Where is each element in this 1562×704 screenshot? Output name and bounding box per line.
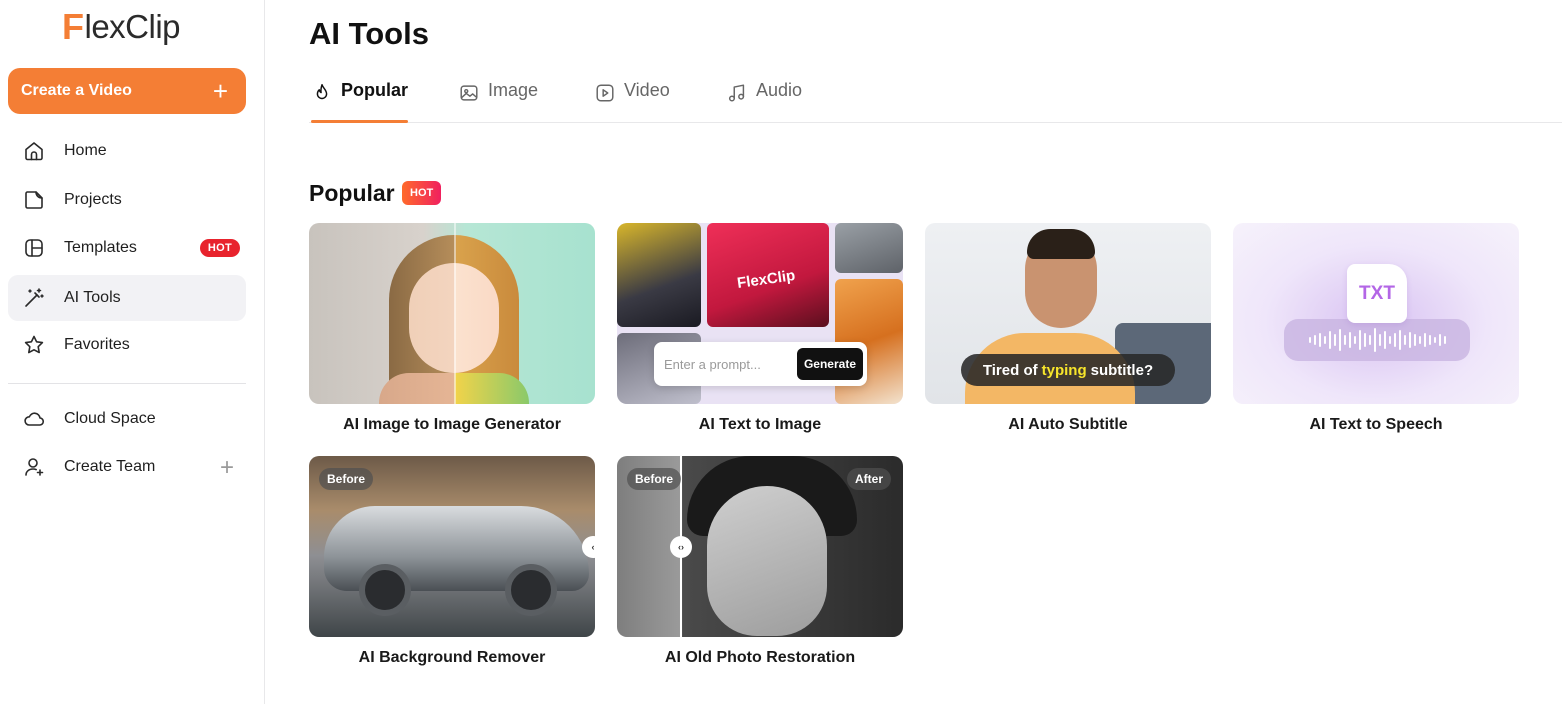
poster-text: FlexClip — [736, 267, 797, 292]
tab-label: Audio — [756, 80, 803, 100]
user-add-icon — [21, 454, 47, 480]
sidebar-item-label: Templates — [64, 239, 137, 256]
card-label: AI Auto Subtitle — [1008, 416, 1128, 433]
card-ai-background-remover[interactable]: Before ‹ AI Background Remover — [309, 456, 595, 667]
card-ai-old-photo-restoration[interactable]: Before After ‹› AI Old Photo Restoration — [617, 456, 903, 667]
sidebar-item-label: Create Team — [64, 458, 156, 475]
card-label: AI Text to Speech — [1309, 416, 1443, 433]
plus-icon: + — [212, 76, 228, 106]
generate-button[interactable]: Generate — [796, 348, 863, 380]
tab-bar: Popular Image Video Audio — [309, 70, 1562, 123]
prompt-input[interactable]: Enter a prompt... Generate — [654, 342, 867, 386]
hot-badge: HOT — [199, 239, 240, 257]
sidebar-item-label: Projects — [64, 191, 122, 208]
cloud-icon — [21, 406, 47, 432]
logo-f: F — [62, 6, 84, 47]
before-tag: Before — [627, 468, 682, 490]
logo-text: lexClip — [84, 8, 181, 45]
subtitle-caption: Tired of typing subtitle? — [961, 354, 1175, 386]
tab-audio[interactable]: Audio — [726, 80, 802, 122]
card-thumbnail: Before ‹ — [309, 456, 595, 637]
card-thumbnail — [309, 223, 595, 404]
sidebar-item-label: Cloud Space — [64, 410, 156, 427]
sidebar-item-templates[interactable]: Templates HOT — [8, 225, 246, 271]
magic-wand-icon — [21, 285, 47, 311]
after-tag: After — [846, 468, 891, 490]
sidebar-item-label: AI Tools — [64, 289, 121, 306]
sidebar-item-label: Home — [64, 142, 107, 159]
sidebar: FlexClip Create a Video + Home Projects … — [0, 0, 265, 704]
music-note-icon — [728, 84, 745, 102]
create-video-button[interactable]: Create a Video + — [8, 68, 246, 114]
card-label: AI Background Remover — [358, 649, 546, 666]
card-thumbnail: Tired of typing subtitle? — [925, 223, 1211, 404]
sidebar-item-ai-tools[interactable]: AI Tools — [8, 275, 246, 321]
video-play-icon — [596, 84, 614, 102]
card-label: AI Old Photo Restoration — [664, 649, 856, 666]
card-thumbnail: FlexClip Enter a prompt... Generate — [617, 223, 903, 404]
card-ai-text-to-image[interactable]: FlexClip Enter a prompt... Generate AI T… — [617, 223, 903, 434]
card-label: AI Text to Image — [698, 416, 822, 433]
create-video-label: Create a Video — [21, 82, 132, 99]
page-title: AI Tools — [309, 16, 429, 51]
before-tag: Before — [319, 468, 374, 490]
templates-icon — [21, 235, 47, 261]
fire-icon — [316, 84, 328, 100]
prompt-placeholder: Enter a prompt... — [664, 356, 761, 372]
card-label: AI Image to Image Generator — [343, 416, 561, 433]
sidebar-item-favorites[interactable]: Favorites — [8, 322, 246, 368]
projects-icon — [21, 187, 47, 213]
sidebar-item-cloud-space[interactable]: Cloud Space — [8, 396, 246, 442]
sidebar-item-label: Favorites — [64, 336, 130, 353]
waveform-icon — [1284, 319, 1470, 361]
tab-video[interactable]: Video — [594, 80, 670, 122]
card-ai-text-to-speech[interactable]: TXT AI Text to Speech — [1233, 223, 1519, 434]
sidebar-divider — [8, 383, 246, 384]
section-title: Popular — [309, 180, 395, 206]
home-icon — [21, 138, 47, 164]
tab-label: Popular — [341, 80, 409, 100]
card-thumbnail: TXT — [1233, 223, 1519, 404]
tab-popular[interactable]: Popular — [311, 80, 409, 123]
card-ai-image-to-image[interactable]: AI Image to Image Generator — [309, 223, 595, 434]
card-ai-auto-subtitle[interactable]: Tired of typing subtitle? AI Auto Subtitle — [925, 223, 1211, 434]
sidebar-item-projects[interactable]: Projects — [8, 177, 246, 223]
add-team-icon[interactable]: + — [220, 454, 234, 482]
card-thumbnail: Before After ‹› — [617, 456, 903, 637]
sidebar-item-home[interactable]: Home — [8, 128, 246, 174]
tab-image[interactable]: Image — [458, 80, 538, 122]
star-icon — [21, 332, 47, 358]
tab-label: Image — [488, 80, 539, 100]
section-hot-badge: HOT — [402, 181, 442, 205]
flexclip-logo[interactable]: FlexClip — [62, 6, 181, 48]
compare-slider-handle[interactable]: ‹› — [670, 536, 692, 558]
txt-file-icon: TXT — [1347, 264, 1407, 323]
tab-label: Video — [624, 80, 670, 100]
image-icon — [460, 85, 478, 101]
sidebar-item-create-team[interactable]: Create Team + — [8, 444, 246, 490]
